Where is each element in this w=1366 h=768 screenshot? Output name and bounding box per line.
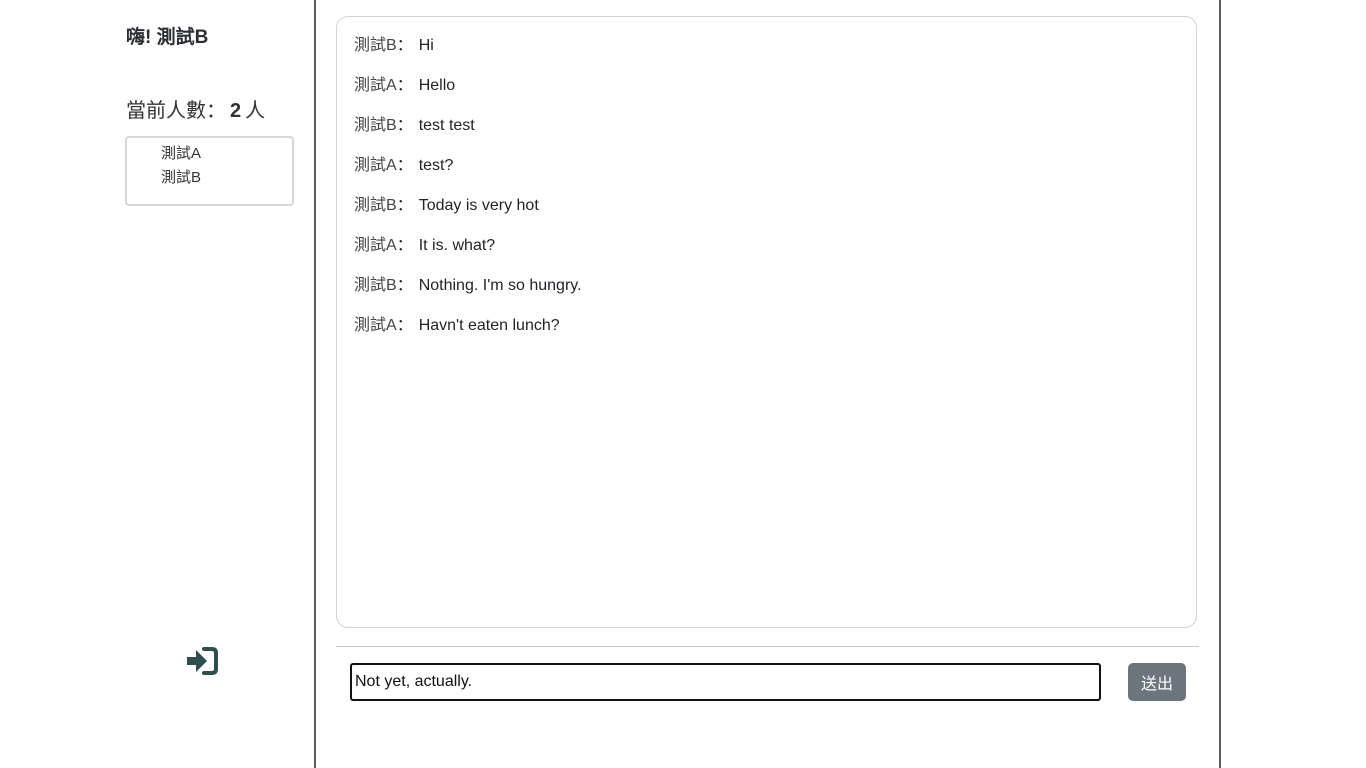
message-input[interactable] xyxy=(350,663,1101,701)
message-separator: ： xyxy=(396,197,413,214)
message-separator: ： xyxy=(396,317,413,334)
message-separator: ： xyxy=(396,277,413,294)
online-user-list: 測試A 測試B xyxy=(125,136,294,206)
chat-message: 測試B： Hi xyxy=(354,35,1179,75)
composer-divider xyxy=(336,646,1199,647)
send-button[interactable]: 送出 xyxy=(1128,663,1186,701)
chat-message: 測試A： Havn't eaten lunch? xyxy=(354,315,1179,355)
user-list-item: 測試A xyxy=(161,145,202,162)
message-text: test? xyxy=(418,157,454,174)
message-separator: ： xyxy=(396,37,413,54)
message-text: Today is very hot xyxy=(418,197,539,214)
sidebar: 嗨! 測試B 當前人數： 2 人 測試A 測試B xyxy=(0,0,315,768)
message-text: test test xyxy=(418,117,475,134)
chat-message: 測試B： Nothing. I'm so hungry. xyxy=(354,275,1179,315)
message-separator: ： xyxy=(396,77,413,94)
chat-message: 測試A： test? xyxy=(354,155,1179,195)
message-sender: 測試A xyxy=(354,77,397,94)
user-list-item: 測試B xyxy=(161,169,202,186)
message-text: Hi xyxy=(418,37,434,54)
message-separator: ： xyxy=(396,117,413,134)
message-sender: 測試B xyxy=(354,37,397,54)
logout-button[interactable] xyxy=(185,645,219,677)
message-separator: ： xyxy=(396,237,413,254)
message-text: Nothing. I'm so hungry. xyxy=(418,277,582,294)
chat-message: 測試A： Hello xyxy=(354,75,1179,115)
message-panel[interactable]: 測試B： Hi 測試A： Hello 測試B： test test 測試A： test?… xyxy=(336,16,1197,628)
chat-message: 測試A： It is. what? xyxy=(354,235,1179,275)
online-count-label: 當前人數： xyxy=(126,100,226,122)
message-sender: 測試B xyxy=(354,197,397,214)
message-sender: 測試B xyxy=(354,117,397,134)
chat-message: 測試B： test test xyxy=(354,115,1179,155)
online-count-number: 2 xyxy=(230,100,242,122)
message-text: Havn't eaten lunch? xyxy=(418,317,560,334)
left-divider xyxy=(314,0,316,768)
message-text: Hello xyxy=(418,77,456,94)
sign-in-alt-icon xyxy=(187,647,218,675)
chat-message: 測試B： Today is very hot xyxy=(354,195,1179,235)
message-separator: ： xyxy=(396,157,413,174)
message-text: It is. what? xyxy=(418,237,496,254)
message-sender: 測試A xyxy=(354,317,397,334)
message-sender: 測試A xyxy=(354,237,397,254)
message-sender: 測試A xyxy=(354,157,397,174)
right-divider xyxy=(1219,0,1221,768)
online-count-unit: 人 xyxy=(245,100,266,122)
greeting-text: 嗨! 測試B xyxy=(126,27,209,48)
message-sender: 測試B xyxy=(354,277,397,294)
online-count: 當前人數： 2 人 xyxy=(126,94,265,123)
